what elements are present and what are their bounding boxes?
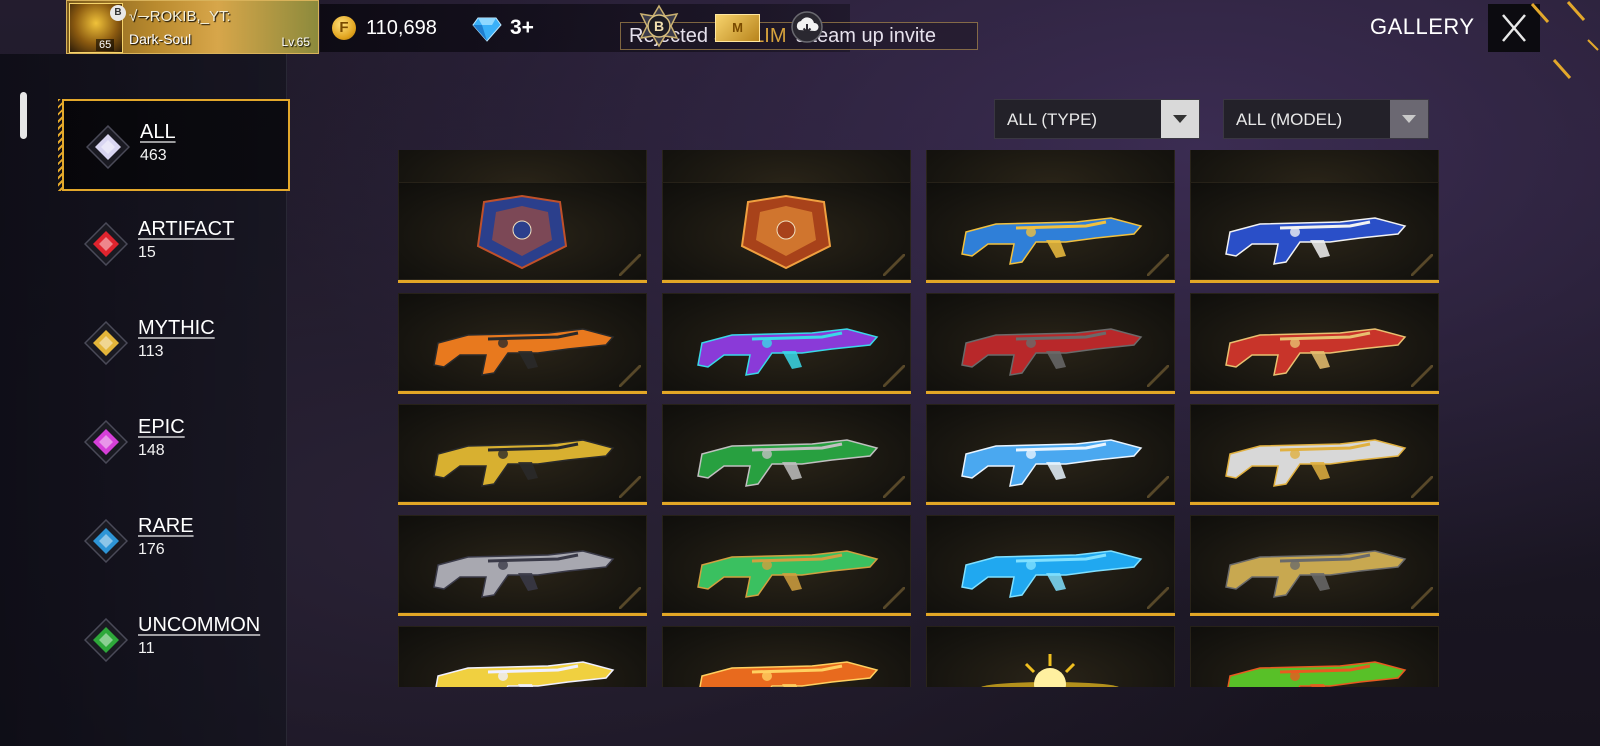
gallery-item-gold-black-smg[interactable] [398, 404, 647, 505]
cloud-download-icon[interactable] [790, 10, 824, 44]
rarity-diamond-icon [84, 618, 128, 662]
item-artwork [697, 328, 879, 376]
rarity-diamond-icon [86, 125, 130, 169]
item-artwork [961, 550, 1143, 598]
gallery-item-skeleton-blue-rifle[interactable] [1190, 182, 1439, 283]
rarity-diamond-icon [84, 519, 128, 563]
rank-badge-icon[interactable]: B [635, 4, 683, 48]
item-artwork [435, 661, 615, 687]
item-artwork [961, 217, 1143, 265]
category-count: 113 [138, 343, 164, 360]
diamond-icon [472, 17, 502, 42]
category-artifact[interactable]: ARTIFACT 15 [62, 198, 290, 290]
item-artwork [961, 439, 1143, 487]
chevron-down-icon [1390, 100, 1428, 138]
item-grid[interactable] [398, 150, 1440, 687]
gallery-item-flame-rifle[interactable] [662, 626, 911, 687]
item-artwork [433, 439, 615, 487]
gallery-item-green-venom-rifle[interactable] [662, 404, 911, 505]
item-artwork [1227, 661, 1407, 687]
rarity-diamond-icon [84, 222, 128, 266]
category-label: UNCOMMON [138, 614, 261, 636]
item-artwork [1225, 217, 1407, 265]
gold-membership-card-icon[interactable]: M [715, 14, 760, 42]
gallery-item-green-gold-crossbow[interactable] [662, 515, 911, 616]
item-artwork [740, 194, 832, 270]
category-mythic[interactable]: MYTHIC 113 [62, 297, 290, 389]
sidebar-scrollbar[interactable] [20, 92, 27, 139]
player-avatar[interactable]: B 65 [69, 3, 126, 53]
gallery-item-blue-plasma-gun[interactable] [926, 515, 1175, 616]
gallery-item-silver-chrome-smg[interactable] [398, 515, 647, 616]
page-title: GALLERY [1370, 14, 1475, 39]
player-name: √⇁ROKIB,_YT: [129, 8, 231, 25]
guild-name: Dark-Soul [129, 31, 192, 47]
category-rare[interactable]: RARE 176 [62, 495, 290, 587]
item-artwork [433, 328, 615, 376]
gallery-item-orange-bear-sniper[interactable] [398, 293, 647, 394]
gallery-item-lightning-smg[interactable] [398, 626, 647, 687]
item-artwork [476, 194, 568, 270]
gallery-item-ice-blue-shotgun[interactable] [926, 404, 1175, 505]
gallery-item-purple-cyber-rifle[interactable] [662, 293, 911, 394]
category-count: 11 [138, 640, 155, 657]
category-label: ALL [140, 121, 176, 143]
gallery-item-blue-shield-emblem[interactable] [398, 182, 647, 283]
gallery-item-orange-shield-emblem[interactable] [662, 182, 911, 283]
category-label: RARE [138, 515, 194, 537]
item-artwork [697, 550, 879, 598]
diamond-balance[interactable]: 3+ [510, 16, 534, 40]
item-artwork [1225, 328, 1407, 376]
rank-pip: B [110, 5, 126, 21]
category-count: 463 [140, 147, 167, 164]
item-artwork [980, 654, 1120, 687]
avatar-level: 65 [96, 39, 115, 51]
category-count: 176 [138, 541, 165, 558]
gold-coin-icon: F [332, 16, 356, 40]
category-count: 15 [138, 244, 156, 261]
category-all[interactable]: ALL 463 [58, 99, 290, 191]
item-artwork [1225, 550, 1407, 598]
gallery-item-blue-gold-rifle[interactable] [926, 182, 1175, 283]
rank-badge-letter: B [654, 18, 664, 34]
model-filter-label: ALL (MODEL) [1236, 110, 1343, 129]
gallery-item-gatling-cannon[interactable] [1190, 515, 1439, 616]
top-bar: B 65 √⇁ROKIB,_YT: Dark-Soul Lv.65 F 110,… [0, 0, 1600, 79]
player-profile-card[interactable]: B 65 √⇁ROKIB,_YT: Dark-Soul Lv.65 [66, 0, 319, 54]
category-epic[interactable]: EPIC 148 [62, 396, 290, 488]
type-filter-dropdown[interactable]: ALL (TYPE) [994, 99, 1200, 139]
model-filter-dropdown[interactable]: ALL (MODEL) [1223, 99, 1429, 139]
type-filter-label: ALL (TYPE) [1007, 110, 1098, 129]
item-artwork [1225, 439, 1407, 487]
gallery-item-red-dragon-sniper[interactable] [926, 293, 1175, 394]
chevron-down-icon [1161, 100, 1199, 138]
category-count: 148 [138, 442, 165, 459]
category-label: ARTIFACT [138, 218, 235, 240]
coin-balance: 110,698 [366, 17, 437, 39]
corner-decoration [1530, 1, 1599, 79]
rarity-diamond-icon [84, 321, 128, 365]
gallery-item-silver-gold-smg[interactable] [1190, 404, 1439, 505]
gallery-item-red-gold-smg[interactable] [1190, 293, 1439, 394]
category-label: MYTHIC [138, 317, 215, 339]
item-artwork [699, 661, 879, 687]
category-uncommon[interactable]: UNCOMMON 11 [62, 594, 290, 686]
gallery-item-golden-sun-emblem[interactable] [926, 626, 1175, 687]
item-artwork [433, 550, 615, 598]
item-artwork [697, 439, 879, 487]
rarity-diamond-icon [84, 420, 128, 464]
player-level: Lv.65 [281, 35, 310, 49]
item-artwork [961, 328, 1143, 376]
category-label: EPIC [138, 416, 185, 438]
gallery-item-green-saw-blade[interactable] [1190, 626, 1439, 687]
